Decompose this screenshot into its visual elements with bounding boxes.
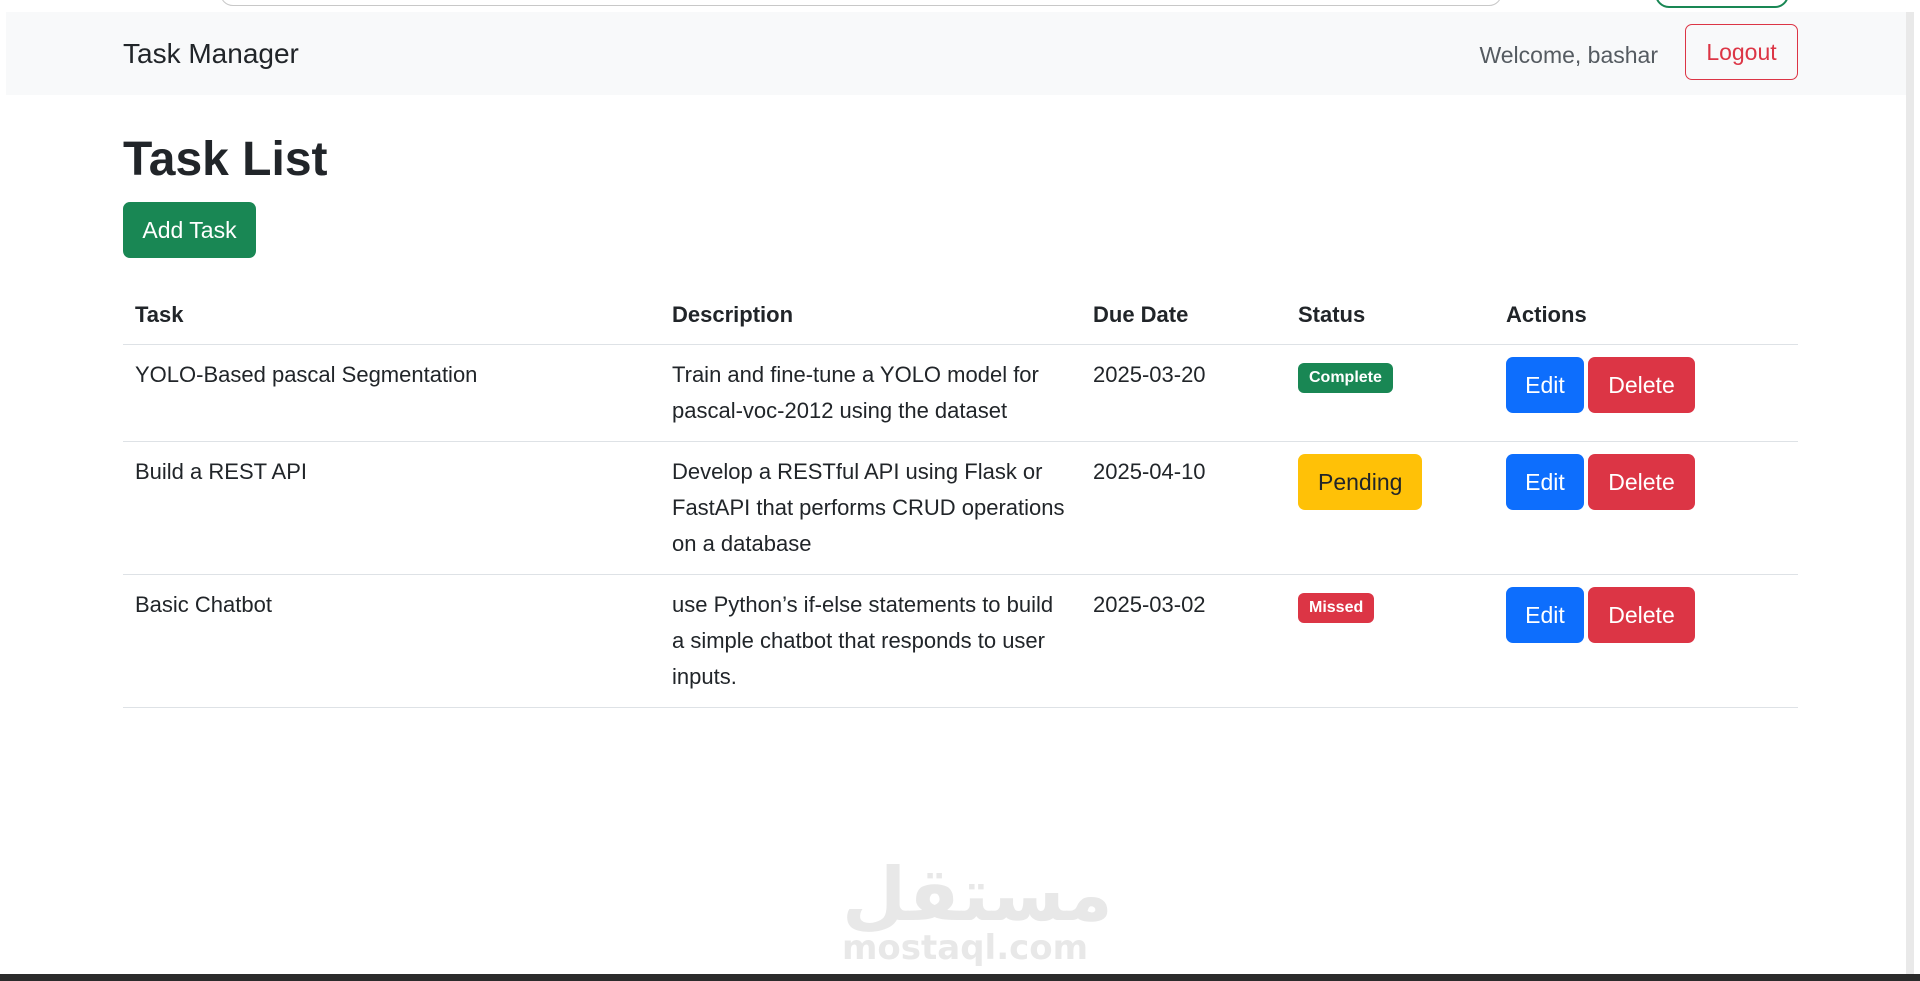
- watermark-latin: mostaql.com: [842, 928, 1089, 968]
- task-status-cell: Complete: [1286, 344, 1494, 442]
- page-title: Task List: [123, 133, 328, 186]
- taskbar-edge: [0, 974, 1920, 981]
- task-due-date: 2025-04-10: [1081, 441, 1286, 575]
- header-description: Description: [660, 290, 1081, 345]
- browser-top-edge: [0, 0, 1920, 12]
- welcome-text: Welcome, bashar: [1479, 42, 1658, 68]
- navbar-brand[interactable]: Task Manager: [123, 38, 299, 70]
- table-row: Basic Chatbot use Python’s if-else state…: [123, 574, 1798, 708]
- delete-button[interactable]: Delete: [1588, 357, 1695, 413]
- task-description: Develop a RESTful API using Flask or Fas…: [660, 441, 1081, 575]
- header-status: Status: [1286, 290, 1494, 345]
- table-row: Build a REST API Develop a RESTful API u…: [123, 441, 1798, 575]
- table-header-row: Task Description Due Date Status Actions: [123, 290, 1798, 345]
- logout-button[interactable]: Logout: [1685, 24, 1798, 80]
- add-task-button[interactable]: Add Task: [123, 202, 256, 258]
- task-due-date: 2025-03-02: [1081, 574, 1286, 708]
- task-status-cell: Missed: [1286, 574, 1494, 708]
- delete-button[interactable]: Delete: [1588, 454, 1695, 510]
- edit-button[interactable]: Edit: [1506, 587, 1584, 643]
- status-badge: Complete: [1298, 363, 1393, 393]
- task-description: use Python’s if-else statements to build…: [660, 574, 1081, 708]
- table-row: YOLO-Based pascal Segmentation Train and…: [123, 344, 1798, 442]
- header-due-date: Due Date: [1081, 290, 1286, 345]
- status-badge: Pending: [1298, 454, 1423, 510]
- watermark-arabic: مستقل: [842, 852, 1113, 938]
- header-task: Task: [123, 290, 660, 345]
- browser-address-bar[interactable]: [220, 0, 1502, 6]
- task-status-cell: Pending: [1286, 441, 1494, 575]
- browser-button-edge[interactable]: [1655, 0, 1789, 8]
- task-name: YOLO-Based pascal Segmentation: [123, 344, 660, 442]
- task-table: Task Description Due Date Status Actions…: [123, 290, 1798, 708]
- header-actions: Actions: [1494, 290, 1798, 345]
- watermark-logo: مستقل mostaql.com: [842, 852, 1113, 968]
- task-actions-cell: Edit Delete: [1494, 344, 1798, 442]
- task-description: Train and fine-tune a YOLO model for pas…: [660, 344, 1081, 442]
- task-name: Build a REST API: [123, 441, 660, 575]
- navbar: Task Manager Welcome, bashar Logout: [6, 12, 1906, 95]
- task-due-date: 2025-03-20: [1081, 344, 1286, 442]
- delete-button[interactable]: Delete: [1588, 587, 1695, 643]
- task-actions-cell: Edit Delete: [1494, 574, 1798, 708]
- task-name: Basic Chatbot: [123, 574, 660, 708]
- task-actions-cell: Edit Delete: [1494, 441, 1798, 575]
- edit-button[interactable]: Edit: [1506, 357, 1584, 413]
- edit-button[interactable]: Edit: [1506, 454, 1584, 510]
- status-badge: Missed: [1298, 593, 1375, 623]
